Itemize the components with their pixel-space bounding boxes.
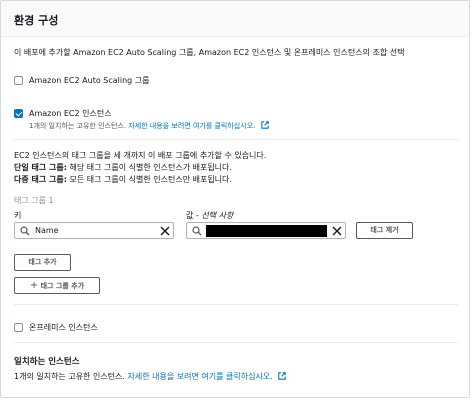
tag-key-value: Name bbox=[35, 226, 59, 235]
clear-icon[interactable] bbox=[159, 225, 171, 237]
tag-info-line: EC2 인스턴스의 태그 그룹을 세 개까지 이 배포 그룹에 추가할 수 있습… bbox=[14, 151, 267, 160]
key-label: 키 bbox=[14, 211, 22, 220]
ec2-match-info: 1개의 일치하는 고유한 인스턴스. 자세한 내용을 보려면 여기를 클릭하십시… bbox=[29, 121, 269, 131]
single-tag-group-term: 단일 태그 그룹: bbox=[14, 163, 67, 172]
tag-group-title: 태그 그룹 1 bbox=[14, 196, 54, 205]
panel-header: 환경 구성 bbox=[1, 1, 469, 37]
section-description: 이 배포에 추가할 Amazon EC2 Auto Scaling 그룹, Am… bbox=[14, 48, 405, 57]
divider bbox=[14, 139, 458, 140]
single-tag-group-info: 단일 태그 그룹: 해당 태그 그룹이 식별한 인스턴스가 배포됩니다. bbox=[14, 162, 232, 173]
value-label-text: 값 - bbox=[186, 211, 202, 220]
value-optional-text: 선택 사항 bbox=[201, 211, 234, 220]
environment-config-panel: 환경 구성 이 배포에 추가할 Amazon EC2 Auto Scaling … bbox=[0, 0, 470, 398]
tag-key-input[interactable]: Name bbox=[14, 222, 174, 239]
external-link-icon[interactable] bbox=[278, 372, 286, 380]
clear-icon[interactable] bbox=[331, 225, 343, 237]
add-tag-button[interactable]: 태그 추가 bbox=[14, 254, 71, 271]
search-icon bbox=[20, 226, 30, 236]
ec2-match-count: 1개의 일치하는 고유한 인스턴스. bbox=[29, 122, 127, 130]
onprem-checkbox[interactable] bbox=[14, 323, 23, 332]
matching-info: 1개의 일치하는 고유한 인스턴스. 자세한 내용을 보려면 여기를 클릭하십시… bbox=[14, 371, 286, 382]
multi-tag-group-text: 모든 태그 그룹이 식별한 인스턴스만 배포됩니다. bbox=[66, 175, 232, 184]
value-label: 값 - 선택 사항 bbox=[186, 210, 233, 221]
search-icon bbox=[192, 226, 202, 236]
add-tag-group-label: 태그 그룹 추가 bbox=[40, 282, 85, 290]
matching-details-link[interactable]: 자세한 내용을 보려면 여기를 클릭하십시오. bbox=[128, 372, 273, 381]
redacted-value bbox=[206, 225, 327, 237]
plus-icon: + bbox=[29, 280, 39, 291]
asg-label[interactable]: Amazon EC2 Auto Scaling 그룹 bbox=[29, 75, 150, 86]
add-tag-group-button[interactable]: + 태그 그룹 추가 bbox=[14, 277, 100, 294]
ec2-checkbox[interactable] bbox=[14, 109, 23, 118]
tag-value-input[interactable] bbox=[186, 222, 346, 239]
divider bbox=[14, 342, 458, 343]
onprem-label[interactable]: 온프레미스 인스턴스 bbox=[29, 322, 98, 333]
asg-checkbox[interactable] bbox=[14, 76, 23, 85]
external-link-icon[interactable] bbox=[260, 121, 269, 129]
remove-tag-button[interactable]: 태그 제거 bbox=[356, 222, 413, 239]
multi-tag-group-info: 다중 태그 그룹: 모든 태그 그룹이 식별한 인스턴스만 배포됩니다. bbox=[14, 174, 232, 185]
divider bbox=[14, 304, 458, 305]
matching-title: 일치하는 인스턴스 bbox=[14, 357, 80, 367]
single-tag-group-text: 해당 태그 그룹이 식별한 인스턴스가 배포됩니다. bbox=[66, 163, 232, 172]
ec2-label[interactable]: Amazon EC2 인스턴스 bbox=[29, 108, 112, 119]
section-title: 환경 구성 bbox=[14, 14, 59, 27]
multi-tag-group-term: 다중 태그 그룹: bbox=[14, 175, 67, 184]
matching-count: 1개의 일치하는 고유한 인스턴스. bbox=[14, 372, 125, 381]
ec2-details-link[interactable]: 자세한 내용을 보려면 여기를 클릭하십시오. bbox=[128, 122, 255, 130]
